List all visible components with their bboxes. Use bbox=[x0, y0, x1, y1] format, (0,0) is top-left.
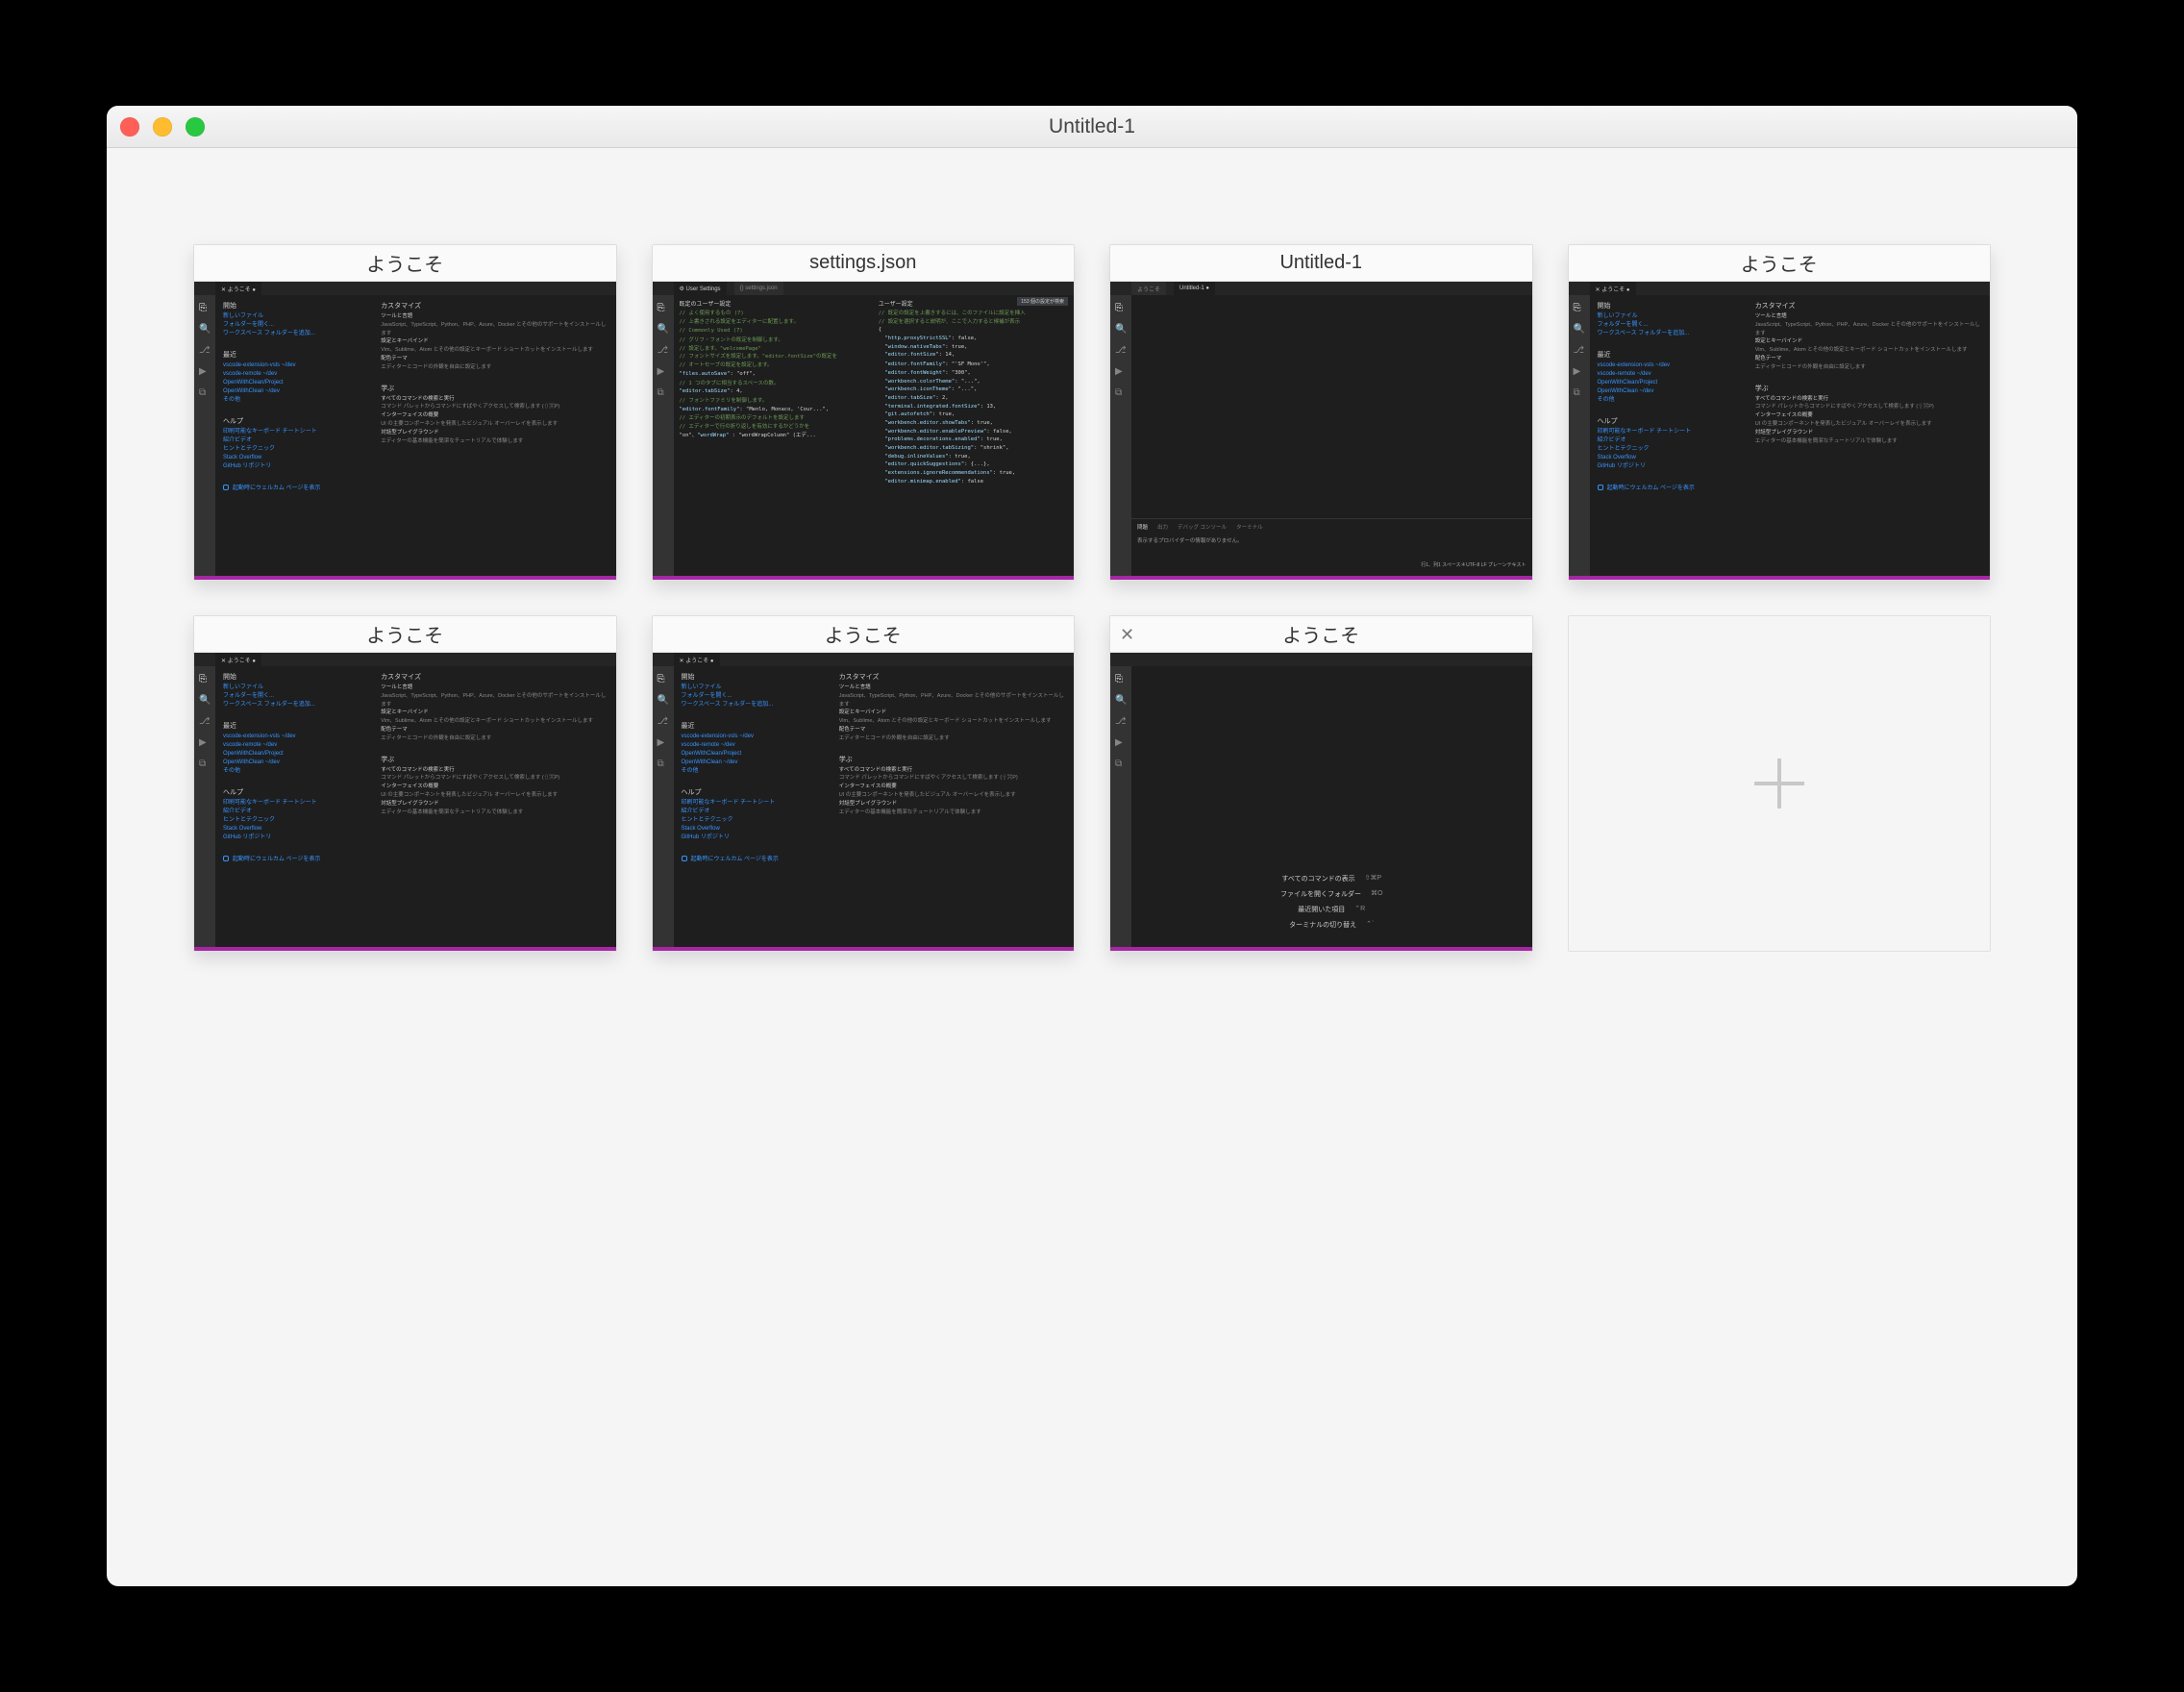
activity-bar-icon[interactable]: 🔍 bbox=[1115, 695, 1127, 707]
activity-bar-icon[interactable]: ⧉ bbox=[658, 759, 669, 770]
minimize-window-button[interactable] bbox=[153, 117, 172, 137]
activity-bar-icon[interactable]: ⎇ bbox=[199, 345, 211, 357]
tab-overview-content: ようこそ ✕ ようこそ ● ⎘🔍⎇▶⧉ 開始 新しいファイルフォルダーを開く..… bbox=[107, 148, 2077, 1586]
activity-bar: ⎘ 🔍 ⎇ ▶ ⧉ bbox=[1569, 295, 1590, 576]
tile-header: ようこそ bbox=[653, 616, 1075, 653]
activity-bar-icon[interactable]: ⧉ bbox=[1115, 759, 1127, 770]
tile-title: ようこそ bbox=[194, 249, 616, 277]
titlebar[interactable]: Untitled-1 bbox=[107, 106, 2077, 148]
activity-bar-icon[interactable]: ▶ bbox=[658, 737, 669, 749]
tile-header: settings.json bbox=[653, 245, 1075, 282]
activity-bar-icon[interactable]: ⎘ bbox=[199, 674, 211, 685]
tile-header: ようこそ bbox=[194, 245, 616, 282]
activity-bar: ⎘ 🔍 ⎇ ▶ ⧉ bbox=[1110, 295, 1131, 576]
activity-bar-icon[interactable]: ▶ bbox=[658, 366, 669, 378]
tab-tile-2[interactable]: Untitled-1 ようこそUntitled-1 ● ⎘🔍⎇▶⧉ 問題出力デバ… bbox=[1109, 244, 1533, 581]
traffic-lights bbox=[120, 117, 205, 137]
tab-tile-1[interactable]: settings.json ⚙ User Settings{} settings… bbox=[652, 244, 1076, 581]
activity-bar: ⎘ 🔍 ⎇ ▶ ⧉ bbox=[194, 295, 215, 576]
activity-bar-icon[interactable]: 🔍 bbox=[199, 324, 211, 336]
tile-title: Untitled-1 bbox=[1110, 252, 1532, 274]
activity-bar-icon[interactable]: ⎘ bbox=[1115, 674, 1127, 685]
new-tab-tile[interactable] bbox=[1568, 615, 1992, 952]
tab-tile-5[interactable]: ようこそ ✕ ようこそ ● ⎘🔍⎇▶⧉ 開始 新しいファイルフォルダーを開く..… bbox=[652, 615, 1076, 952]
close-window-button[interactable] bbox=[120, 117, 139, 137]
activity-bar-icon[interactable]: ⎇ bbox=[658, 345, 669, 357]
activity-bar-icon[interactable]: 🔍 bbox=[658, 324, 669, 336]
tile-header: Untitled-1 bbox=[1110, 245, 1532, 282]
tab-tile-3[interactable]: ようこそ ✕ ようこそ ● ⎘🔍⎇▶⧉ 開始 新しいファイルフォルダーを開く..… bbox=[1568, 244, 1992, 581]
zoom-window-button[interactable] bbox=[186, 117, 205, 137]
activity-bar-icon[interactable]: ⎘ bbox=[658, 674, 669, 685]
activity-bar-icon[interactable]: ⎇ bbox=[658, 716, 669, 728]
tile-title: ようこそ bbox=[1569, 249, 1991, 277]
tile-thumbnail: ✕ ようこそ ● ⎘🔍⎇▶⧉ 開始 新しいファイルフォルダーを開く...ワークス… bbox=[653, 653, 1075, 951]
activity-bar-icon[interactable]: ⎘ bbox=[1115, 303, 1127, 314]
activity-bar-icon[interactable]: ▶ bbox=[199, 366, 211, 378]
activity-bar-icon[interactable]: ▶ bbox=[1115, 366, 1127, 378]
activity-bar-icon[interactable]: ⎇ bbox=[1115, 345, 1127, 357]
activity-bar-icon[interactable]: ▶ bbox=[1574, 366, 1585, 378]
tab-grid: ようこそ ✕ ようこそ ● ⎘🔍⎇▶⧉ 開始 新しいファイルフォルダーを開く..… bbox=[193, 244, 1991, 952]
tile-header: ✕ ようこそ bbox=[1110, 616, 1532, 653]
tile-title: ようこそ bbox=[194, 620, 616, 648]
window-title: Untitled-1 bbox=[107, 115, 2077, 138]
activity-bar: ⎘ 🔍 ⎇ ▶ ⧉ bbox=[1110, 666, 1131, 947]
activity-bar: ⎘ 🔍 ⎇ ▶ ⧉ bbox=[653, 666, 674, 947]
tile-header: ようこそ bbox=[194, 616, 616, 653]
close-icon[interactable]: ✕ bbox=[1120, 626, 1134, 643]
activity-bar-icon[interactable]: ▶ bbox=[1115, 737, 1127, 749]
activity-bar-icon[interactable]: ⎘ bbox=[199, 303, 211, 314]
tab-tile-6[interactable]: ✕ ようこそ ⎘🔍⎇▶⧉ すべてのコマンドの表示⇧⌘Pファイルを開くフォルダー⌘… bbox=[1109, 615, 1533, 952]
activity-bar: ⎘ 🔍 ⎇ ▶ ⧉ bbox=[653, 295, 674, 576]
tile-title: ようこそ bbox=[653, 620, 1075, 648]
activity-bar-icon[interactable]: 🔍 bbox=[658, 695, 669, 707]
tile-thumbnail: ✕ ようこそ ● ⎘🔍⎇▶⧉ 開始 新しいファイルフォルダーを開く...ワークス… bbox=[194, 653, 616, 951]
activity-bar-icon[interactable]: ⎇ bbox=[199, 716, 211, 728]
activity-bar-icon[interactable]: ▶ bbox=[199, 737, 211, 749]
tile-thumbnail: ようこそUntitled-1 ● ⎘🔍⎇▶⧉ 問題出力デバッグ コンソールターミ… bbox=[1110, 282, 1532, 580]
plus-icon bbox=[1754, 759, 1804, 809]
activity-bar-icon[interactable]: 🔍 bbox=[1574, 324, 1585, 336]
activity-bar-icon[interactable]: ⧉ bbox=[199, 759, 211, 770]
activity-bar-icon[interactable]: ⧉ bbox=[1574, 387, 1585, 399]
tab-tile-0[interactable]: ようこそ ✕ ようこそ ● ⎘🔍⎇▶⧉ 開始 新しいファイルフォルダーを開く..… bbox=[193, 244, 617, 581]
tile-header: ようこそ bbox=[1569, 245, 1991, 282]
tile-thumbnail: ✕ ようこそ ● ⎘🔍⎇▶⧉ 開始 新しいファイルフォルダーを開く...ワークス… bbox=[1569, 282, 1991, 580]
activity-bar-icon[interactable]: ⎇ bbox=[1115, 716, 1127, 728]
tile-thumbnail: ⎘🔍⎇▶⧉ すべてのコマンドの表示⇧⌘Pファイルを開くフォルダー⌘O最近開いた項… bbox=[1110, 653, 1532, 951]
activity-bar: ⎘ 🔍 ⎇ ▶ ⧉ bbox=[194, 666, 215, 947]
activity-bar-icon[interactable]: ⎘ bbox=[1574, 303, 1585, 314]
activity-bar-icon[interactable]: 🔍 bbox=[1115, 324, 1127, 336]
tile-title: settings.json bbox=[653, 252, 1075, 274]
tile-title: ようこそ bbox=[1110, 620, 1532, 648]
activity-bar-icon[interactable]: ⧉ bbox=[1115, 387, 1127, 399]
activity-bar-icon[interactable]: ⎘ bbox=[658, 303, 669, 314]
tab-tile-4[interactable]: ようこそ ✕ ようこそ ● ⎘🔍⎇▶⧉ 開始 新しいファイルフォルダーを開く..… bbox=[193, 615, 617, 952]
tile-thumbnail: ✕ ようこそ ● ⎘🔍⎇▶⧉ 開始 新しいファイルフォルダーを開く...ワークス… bbox=[194, 282, 616, 580]
mission-control-window: Untitled-1 ようこそ ✕ ようこそ ● ⎘🔍⎇▶⧉ 開始 新しいファイ… bbox=[107, 106, 2077, 1586]
activity-bar-icon[interactable]: ⎇ bbox=[1574, 345, 1585, 357]
tile-thumbnail: ⚙ User Settings{} settings.json ⎘🔍⎇▶⧉ 15… bbox=[653, 282, 1075, 580]
activity-bar-icon[interactable]: 🔍 bbox=[199, 695, 211, 707]
activity-bar-icon[interactable]: ⧉ bbox=[658, 387, 669, 399]
activity-bar-icon[interactable]: ⧉ bbox=[199, 387, 211, 399]
